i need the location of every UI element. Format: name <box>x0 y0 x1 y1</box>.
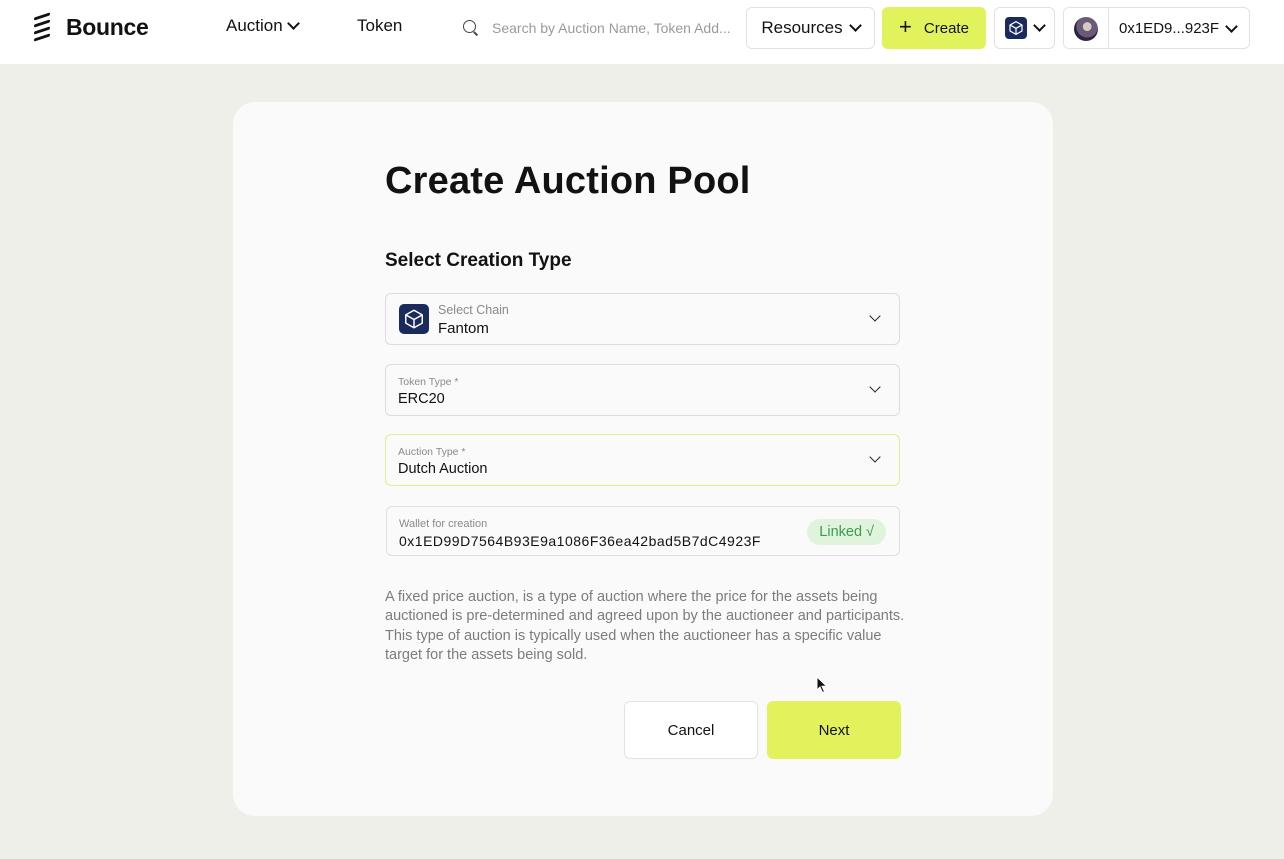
cancel-button[interactable]: Cancel <box>624 701 758 759</box>
nav-token-link[interactable]: Token <box>357 16 402 36</box>
chevron-down-icon <box>869 310 881 322</box>
chevron-down-icon <box>1225 19 1238 33</box>
account-button[interactable]: 0x1ED9...923F <box>1063 7 1250 49</box>
bounce-logo[interactable]: Bounce <box>34 12 149 42</box>
wallet-label: Wallet for creation <box>399 518 488 530</box>
select-chain-dropdown[interactable]: Select Chain Fantom <box>385 293 900 345</box>
top-navbar: Bounce Auction Token Resources + Create … <box>0 0 1284 64</box>
chevron-down-icon <box>869 451 881 463</box>
chevron-down-icon <box>848 19 862 32</box>
auction-type-value: Dutch Auction <box>398 461 488 477</box>
auction-type-description: A fixed price auction, is a type of auct… <box>385 589 905 663</box>
account-address: 0x1ED9...923F <box>1119 20 1220 37</box>
select-chain-label: Select Chain <box>438 303 509 317</box>
create-button[interactable]: + Create <box>882 7 986 49</box>
logo-text: Bounce <box>66 13 149 40</box>
chain-selector-button[interactable] <box>994 7 1055 49</box>
linked-status-badge: Linked √ <box>807 519 886 545</box>
mouse-cursor-icon <box>816 676 828 694</box>
resources-button[interactable]: Resources <box>746 7 875 49</box>
page-title: Create Auction Pool <box>385 160 751 202</box>
search-bar <box>456 14 742 42</box>
search-icon <box>462 19 480 37</box>
auction-type-label: Auction Type * <box>398 446 466 458</box>
account-address-group: 0x1ED9...923F <box>1119 19 1238 37</box>
search-input[interactable] <box>492 20 742 36</box>
auction-type-dropdown[interactable]: Auction Type * Dutch Auction <box>385 434 900 486</box>
next-button[interactable]: Next <box>767 701 901 759</box>
token-type-dropdown[interactable]: Token Type * ERC20 <box>385 364 900 416</box>
token-type-label: Token Type * <box>398 376 459 388</box>
chevron-down-icon <box>869 381 881 393</box>
resources-label: Resources <box>761 18 843 37</box>
create-pool-card: Create Auction Pool Select Creation Type… <box>233 102 1053 816</box>
nav-auction-label: Auction <box>226 16 283 35</box>
plus-icon: + <box>899 14 912 39</box>
wallet-address: 0x1ED99D7564B93E9a1086F36ea42bad5B7dC492… <box>399 533 761 549</box>
section-title: Select Creation Type <box>385 250 572 271</box>
chevron-down-icon <box>286 17 300 30</box>
create-label: Create <box>923 19 969 37</box>
fantom-cube-icon <box>399 304 429 334</box>
chevron-down-icon <box>1033 19 1046 32</box>
fantom-cube-icon <box>1005 17 1027 39</box>
token-type-value: ERC20 <box>398 391 445 407</box>
avatar <box>1074 17 1098 41</box>
select-chain-value: Fantom <box>438 320 489 337</box>
bounce-logo-icon <box>34 12 52 42</box>
divider <box>1108 8 1109 48</box>
nav-auction-dropdown[interactable]: Auction <box>226 16 300 36</box>
wallet-field: Wallet for creation 0x1ED99D7564B93E9a10… <box>386 506 900 556</box>
